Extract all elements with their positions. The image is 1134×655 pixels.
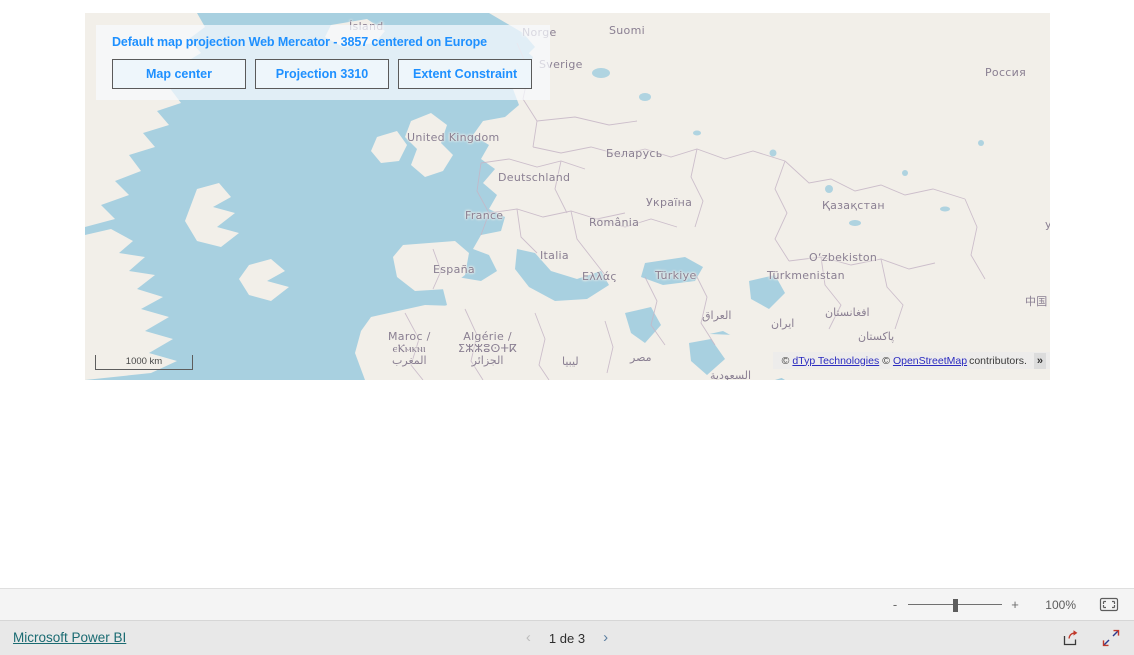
page-navigator: ‹ 1 de 3 › [0,630,1134,646]
copyright-icon: © [781,354,790,367]
page-indicator-label: 1 de 3 [548,630,586,646]
map-attribution: © dTyp Technologies © OpenStreetMap cont… [772,352,1050,369]
fullscreen-icon[interactable] [1102,629,1120,647]
zoom-out-button[interactable]: - [888,597,902,612]
attribution-link-dtyp[interactable]: dTyp Technologies [792,355,879,367]
report-canvas: ÍslandNorgeSuomiSverigeРоссияUnited King… [0,0,1134,588]
map-center-button[interactable]: Map center [112,59,246,89]
next-page-button[interactable]: › [603,630,608,646]
status-bar: Microsoft Power BI ‹ 1 de 3 › [0,620,1134,655]
zoom-in-button[interactable]: + [1008,597,1022,612]
projection-3310-button[interactable]: Projection 3310 [255,59,389,89]
zoom-slider-thumb[interactable] [952,598,958,612]
map-button-row: Map center Projection 3310 Extent Constr… [104,59,542,89]
extent-constraint-button[interactable]: Extent Constraint [398,59,533,89]
map-visual[interactable]: ÍslandNorgeSuomiSverigeРоссияUnited King… [85,13,1050,380]
attribution-expand-button[interactable]: » [1033,352,1046,369]
map-scale-bar: 1000 km [95,355,193,370]
zoom-level-label: 100% [1045,597,1076,612]
attribution-suffix: contributors. [969,354,1027,367]
page-title: Default map projection Web Mercator - 38… [112,35,488,49]
copyright-icon-2: © [882,354,890,367]
fit-to-page-icon[interactable] [1098,597,1120,613]
share-icon[interactable] [1062,629,1080,647]
status-bar-actions [1062,629,1120,647]
zoom-toolbar: - + 100% [0,588,1134,620]
zoom-slider[interactable] [908,598,1002,612]
attribution-link-osm[interactable]: OpenStreetMap [893,355,967,367]
previous-page-button[interactable]: ‹ [526,630,531,646]
map-header-overlay: Default map projection Web Mercator - 38… [96,25,550,100]
